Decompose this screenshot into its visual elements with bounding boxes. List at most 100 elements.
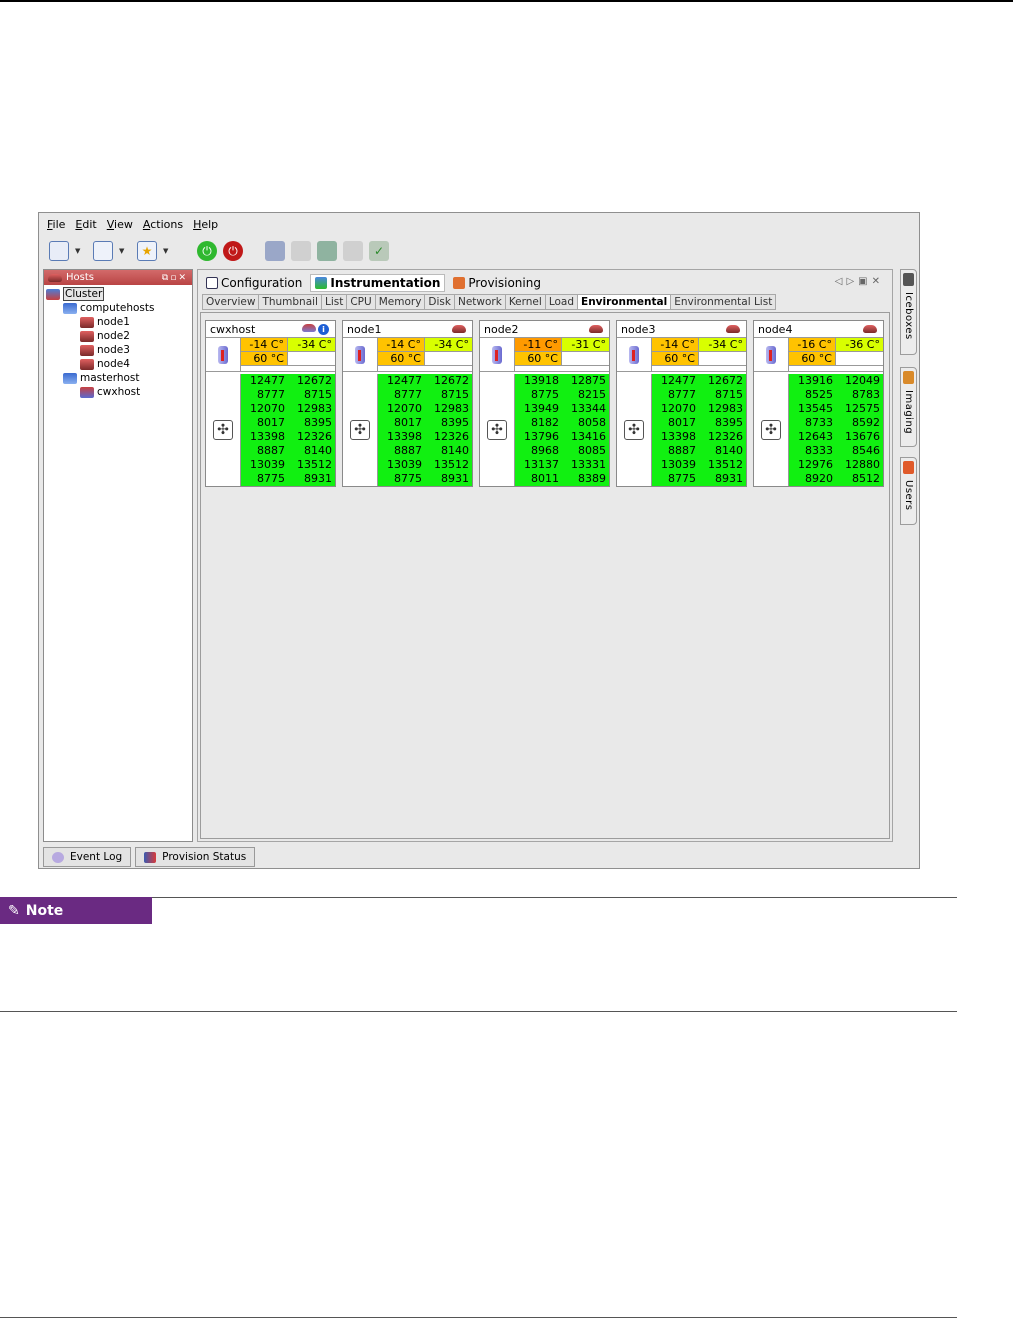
favorites-icon[interactable]: ★ — [137, 241, 157, 261]
info-icon[interactable]: i — [318, 323, 329, 335]
tree-item[interactable]: node4 — [44, 357, 192, 371]
tab-provisioning[interactable]: Provisioning — [449, 275, 545, 291]
menu-edit[interactable]: Edit — [75, 218, 96, 231]
hosts-title: Hosts — [66, 272, 94, 283]
disk-icon — [726, 325, 740, 333]
host-card[interactable]: node1 -14 C° -34 C° 60 °C ✣ 12477 12672 8777 871… — [342, 320, 473, 487]
chevron-down-icon[interactable]: ▼ — [75, 247, 81, 255]
tab-provisioning-label: Provisioning — [468, 276, 541, 290]
database-icon[interactable] — [265, 241, 285, 261]
hosts-icon — [48, 273, 62, 282]
tree-item[interactable]: masterhost — [44, 371, 192, 385]
tab-event-log[interactable]: Event Log — [43, 847, 132, 867]
tree-item[interactable]: Cluster — [44, 287, 192, 301]
fan-speed-value: 12875 — [571, 374, 606, 387]
host-name: cwxhost — [210, 322, 256, 336]
side-tab-users[interactable]: Users — [900, 457, 917, 525]
temperature-value: -14 C° — [241, 338, 288, 352]
tab-nav-controls-icon[interactable]: ◁▷▣✕ — [835, 276, 884, 287]
power-on-icon[interactable]: ⏻ — [197, 241, 217, 261]
host-card[interactable]: node3 -14 C° -34 C° 60 °C ✣ 12477 12672 8777 871… — [616, 320, 747, 487]
temperature-value: -36 C° — [836, 338, 883, 352]
tree-item[interactable]: cwxhost — [44, 385, 192, 399]
upload-icon[interactable] — [317, 241, 337, 261]
tab-configuration[interactable]: Configuration — [202, 275, 306, 291]
fan-speed-row: 12477 12672 — [378, 374, 472, 388]
temperature-value: 60 °C — [241, 352, 288, 366]
fan-speed-value: 13949 — [524, 402, 559, 415]
fan-speed-row: 8182 8058 — [515, 416, 609, 430]
host-name: node4 — [758, 322, 793, 336]
menu-actions[interactable]: Actions — [143, 218, 183, 231]
fan-speed-value: 8715 — [304, 388, 332, 401]
side-tab-imaging[interactable]: Imaging — [900, 367, 917, 447]
fan-speed-value: 12643 — [798, 430, 833, 443]
temperature-value: -11 C° — [515, 338, 562, 352]
tree-item[interactable]: node2 — [44, 329, 192, 343]
fan-icon: ✣ — [350, 420, 370, 440]
subtab-memory[interactable]: Memory — [374, 294, 425, 310]
tree-item[interactable]: computehosts — [44, 301, 192, 315]
subtab-cpu[interactable]: CPU — [346, 294, 375, 310]
subtab-kernel[interactable]: Kernel — [504, 294, 545, 310]
note-bottom-rule — [0, 1011, 957, 1012]
chevron-down-icon[interactable]: ▼ — [119, 247, 125, 255]
tree-item-label: masterhost — [80, 372, 140, 384]
host-card[interactable]: cwxhost i -14 C° -34 C° 60 °C ✣ 12477 12672 8777… — [205, 320, 336, 487]
configuration-icon — [206, 277, 218, 289]
tab-instrumentation[interactable]: Instrumentation — [310, 274, 446, 292]
panel-controls-icon[interactable]: ⧉▫✕ — [162, 273, 192, 283]
fan-speed-row: 12976 12880 — [789, 458, 883, 472]
icebox-icon — [903, 273, 914, 286]
host-card[interactable]: node2 -11 C° -31 C° 60 °C ✣ 13918 12875 8775 821… — [479, 320, 610, 487]
tab-provision-status[interactable]: Provision Status — [135, 847, 256, 867]
fan-speed-grid: 13918 12875 8775 8215 13949 13344 8182 8058 1379… — [515, 374, 609, 486]
side-tab-iceboxes[interactable]: Iceboxes — [900, 269, 917, 355]
subtab-load[interactable]: Load — [544, 294, 578, 310]
fan-cell: ✣ — [343, 374, 378, 486]
imaging-icon — [903, 371, 914, 384]
fan-speed-value: 8931 — [304, 472, 332, 485]
host-tree: Cluster computehosts node1 node2 node3 node4 m… — [44, 285, 192, 399]
menu-view[interactable]: View — [107, 218, 133, 231]
subtab-network[interactable]: Network — [453, 294, 505, 310]
fan-speed-row: 8887 8140 — [241, 444, 335, 458]
host-card[interactable]: node4 -16 C° -36 C° 60 °C ✣ 13916 12049 8525 878… — [753, 320, 884, 487]
cluster-icon — [46, 288, 60, 300]
check-disk-icon[interactable]: ✓ — [369, 241, 389, 261]
chevron-down-icon[interactable]: ▼ — [163, 247, 169, 255]
fan-speed-value: 13676 — [845, 430, 880, 443]
subtab-disk[interactable]: Disk — [424, 294, 454, 310]
menu-file[interactable]: File — [47, 218, 65, 231]
fan-speed-row: 13916 12049 — [789, 374, 883, 388]
disk-icon — [589, 325, 603, 333]
users-icon — [903, 461, 914, 474]
menu-help[interactable]: Help — [193, 218, 218, 231]
fan-speed-value: 8887 — [394, 444, 422, 457]
subtab-thumbnail[interactable]: Thumbnail — [258, 294, 321, 310]
fan-speed-value: 8733 — [805, 416, 833, 429]
fan-speed-value: 13398 — [661, 430, 696, 443]
subtab-environmental[interactable]: Environmental — [577, 294, 671, 310]
temperature-value: 60 °C — [652, 352, 699, 366]
tree-item[interactable]: node3 — [44, 343, 192, 357]
layout-icon[interactable] — [93, 241, 113, 261]
power-off-icon[interactable]: ⏻ — [223, 241, 243, 261]
fan-speed-row: 12643 13676 — [789, 430, 883, 444]
subtab-environmental-list[interactable]: Environmental List — [670, 294, 777, 310]
fan-speed-value: 8775 — [257, 472, 285, 485]
fan-speed-value: 8592 — [852, 416, 880, 429]
fan-cell: ✣ — [617, 374, 652, 486]
fan-speed-value: 13796 — [524, 430, 559, 443]
subtab-list[interactable]: List — [320, 294, 347, 310]
subtab-overview[interactable]: Overview — [202, 294, 259, 310]
new-window-icon[interactable] — [49, 241, 69, 261]
fan-speed-value: 12070 — [661, 402, 696, 415]
temperature-value: -34 C° — [425, 338, 472, 352]
fan-speed-value: 12983 — [708, 402, 743, 415]
tab-event-log-label: Event Log — [70, 851, 123, 863]
fan-speed-value: 13916 — [798, 374, 833, 387]
main-panel: Configuration Instrumentation Provisioni… — [197, 269, 893, 842]
fan-icon: ✣ — [487, 420, 507, 440]
tree-item[interactable]: node1 — [44, 315, 192, 329]
